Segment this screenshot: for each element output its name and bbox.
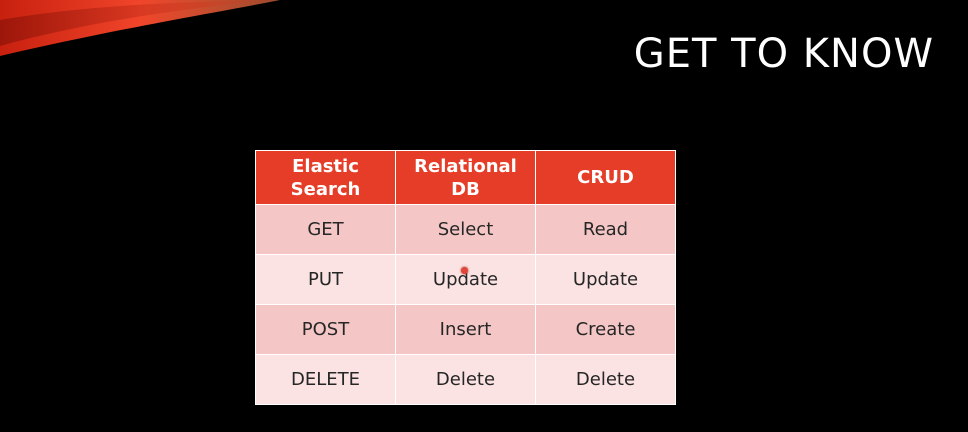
table-row: POST Insert Create <box>255 304 676 355</box>
slide-title: GET TO KNOW <box>633 31 934 77</box>
column-header-relational-db: Relational DB <box>395 150 536 205</box>
header-line: Elastic <box>292 155 359 177</box>
table-cell: Update <box>535 254 676 305</box>
table-cell: POST <box>255 304 396 355</box>
column-header-crud: CRUD <box>535 150 676 205</box>
comparison-table: Elastic Search Relational DB CRUD GET Se… <box>255 150 676 405</box>
table-row: GET Select Read <box>255 204 676 255</box>
presentation-slide: GET TO KNOW Elastic Search Relational DB… <box>0 0 968 432</box>
table-cell: Create <box>535 304 676 355</box>
comparison-table-container: Elastic Search Relational DB CRUD GET Se… <box>255 150 676 405</box>
header-line: CRUD <box>577 167 634 188</box>
header-line: Relational <box>414 155 517 177</box>
table-row: DELETE Delete Delete <box>255 354 676 405</box>
header-line: DB <box>451 178 480 200</box>
table-row: PUT Update Update <box>255 254 676 305</box>
column-header-elastic-search: Elastic Search <box>255 150 396 205</box>
table-header-row: Elastic Search Relational DB CRUD <box>255 150 676 205</box>
table-cell: GET <box>255 204 396 255</box>
table-cell: Update <box>395 254 536 305</box>
laser-pointer-dot <box>461 267 468 274</box>
table-cell: DELETE <box>255 354 396 405</box>
header-line: Search <box>290 178 361 200</box>
table-cell: Delete <box>535 354 676 405</box>
table-cell: Select <box>395 204 536 255</box>
table-cell: Delete <box>395 354 536 405</box>
table-cell: Insert <box>395 304 536 355</box>
red-swoosh-decoration <box>0 0 280 56</box>
table-cell: PUT <box>255 254 396 305</box>
table-cell: Read <box>535 204 676 255</box>
